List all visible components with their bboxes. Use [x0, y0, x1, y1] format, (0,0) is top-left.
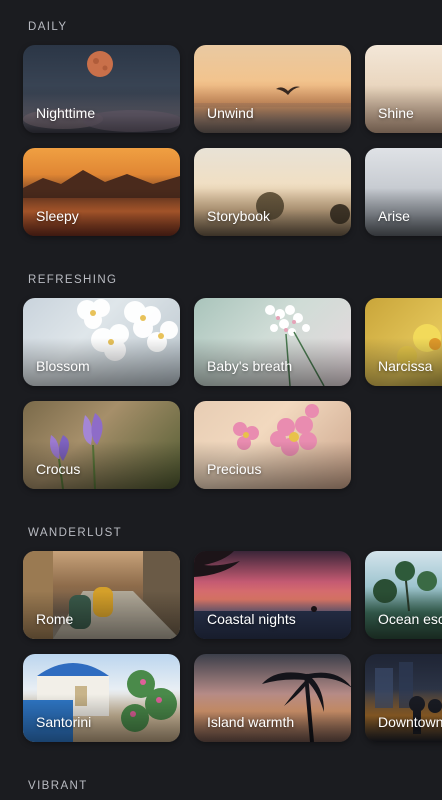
card-unwind[interactable]: Unwind	[194, 45, 351, 133]
card-label: Santorini	[36, 714, 92, 730]
sounds-library-screen: DAILY Nighttime Unwind Shine Sleepy Stor…	[0, 0, 442, 800]
card-label: Precious	[207, 461, 262, 477]
card-label: Crocus	[36, 461, 81, 477]
section-title-vibrant: VIBRANT	[28, 780, 88, 792]
card-label: Sleepy	[36, 208, 79, 224]
card-row-daily-1: Nighttime Unwind Shine	[23, 45, 442, 133]
card-downtown[interactable]: Downtown	[365, 654, 442, 742]
card-label: Storybook	[207, 208, 271, 224]
card-row-refreshing-1: Blossom Baby's breath Narcissa	[23, 298, 442, 386]
card-label: Ocean escape	[378, 611, 442, 627]
card-arise[interactable]: Arise	[365, 148, 442, 236]
card-storybook[interactable]: Storybook	[194, 148, 351, 236]
card-rome[interactable]: Rome	[23, 551, 180, 639]
section-title-refreshing: REFRESHING	[28, 274, 118, 286]
section-title-wanderlust: WANDERLUST	[28, 527, 123, 539]
card-label: Rome	[36, 611, 74, 627]
card-label: Nighttime	[36, 105, 96, 121]
card-santorini[interactable]: Santorini	[23, 654, 180, 742]
card-label: Narcissa	[378, 358, 433, 374]
card-shine[interactable]: Shine	[365, 45, 442, 133]
card-babys-breath[interactable]: Baby's breath	[194, 298, 351, 386]
card-label: Blossom	[36, 358, 90, 374]
card-crocus[interactable]: Crocus	[23, 401, 180, 489]
card-coastal-nights[interactable]: Coastal nights	[194, 551, 351, 639]
card-label: Baby's breath	[207, 358, 293, 374]
card-label: Downtown	[378, 714, 442, 730]
card-label: Unwind	[207, 105, 254, 121]
card-label: Coastal nights	[207, 611, 296, 627]
card-blossom[interactable]: Blossom	[23, 298, 180, 386]
card-precious[interactable]: Precious	[194, 401, 351, 489]
card-nighttime[interactable]: Nighttime	[23, 45, 180, 133]
card-row-wanderlust-1: Rome Coastal nights Ocean escape	[23, 551, 442, 639]
card-row-wanderlust-2: Santorini Island warmth Downtown	[23, 654, 442, 742]
card-ocean-escape[interactable]: Ocean escape	[365, 551, 442, 639]
card-island-warmth[interactable]: Island warmth	[194, 654, 351, 742]
card-label: Shine	[378, 105, 414, 121]
section-title-daily: DAILY	[28, 21, 68, 33]
card-narcissa[interactable]: Narcissa	[365, 298, 442, 386]
card-row-daily-2: Sleepy Storybook Arise	[23, 148, 442, 236]
card-sleepy[interactable]: Sleepy	[23, 148, 180, 236]
card-row-refreshing-2: Crocus Precious	[23, 401, 442, 489]
card-label: Arise	[378, 208, 410, 224]
card-label: Island warmth	[207, 714, 295, 730]
